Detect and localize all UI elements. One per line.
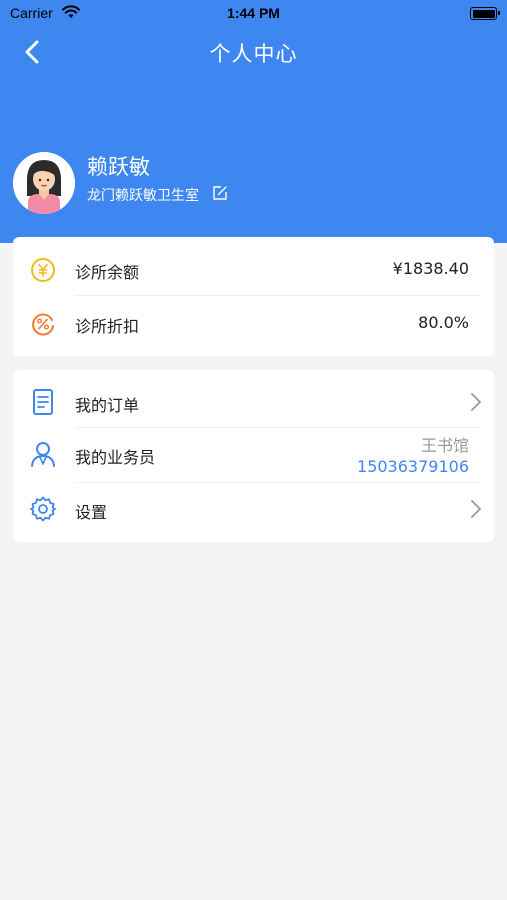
- yen-coin-icon: [29, 256, 57, 284]
- my-orders-item[interactable]: 我的订单: [13, 370, 494, 427]
- chevron-right-icon: [470, 392, 482, 412]
- balance-label: 诊所余额: [75, 263, 140, 282]
- clinic-name: 龙门赖跃敏卫生室: [87, 188, 199, 204]
- battery-icon: [470, 7, 500, 20]
- person-icon: [29, 440, 57, 468]
- edit-icon[interactable]: [212, 185, 228, 201]
- avatar[interactable]: [13, 152, 75, 214]
- balance-value: ¥1838.40: [392, 259, 469, 278]
- document-icon: [29, 388, 57, 416]
- status-bar: Carrier 1:44 PM: [0, 0, 507, 28]
- menu-card: 我的订单 我的业务员 王书馆 15036379106 设置: [13, 370, 494, 542]
- avatar-girl-icon: [13, 152, 75, 214]
- salesperson-name: 王书馆: [420, 436, 469, 455]
- settings-item[interactable]: 设置: [13, 482, 494, 542]
- my-salesperson-label: 我的业务员: [75, 448, 156, 467]
- settings-label: 设置: [75, 503, 108, 522]
- discount-row: 诊所折扣 80.0%: [13, 296, 494, 356]
- my-orders-label: 我的订单: [75, 396, 140, 415]
- account-card: 诊所余额 ¥1838.40 诊所折扣 80.0%: [13, 237, 494, 356]
- discount-value: 80.0%: [418, 313, 469, 332]
- balance-row: 诊所余额 ¥1838.40: [13, 237, 494, 296]
- profile-header: Carrier 1:44 PM 个人中心 赖跃敏 龙门赖跃敏卫生室: [0, 0, 507, 243]
- page-title: 个人中心: [209, 42, 298, 66]
- salesperson-phone-link[interactable]: 15036379106: [357, 457, 469, 476]
- discount-label: 诊所折扣: [75, 317, 140, 336]
- user-name: 赖跃敏: [87, 155, 150, 179]
- gear-icon: [29, 495, 57, 523]
- discount-icon: [29, 310, 57, 338]
- status-time: 1:44 PM: [227, 5, 280, 21]
- chevron-right-icon: [470, 499, 482, 519]
